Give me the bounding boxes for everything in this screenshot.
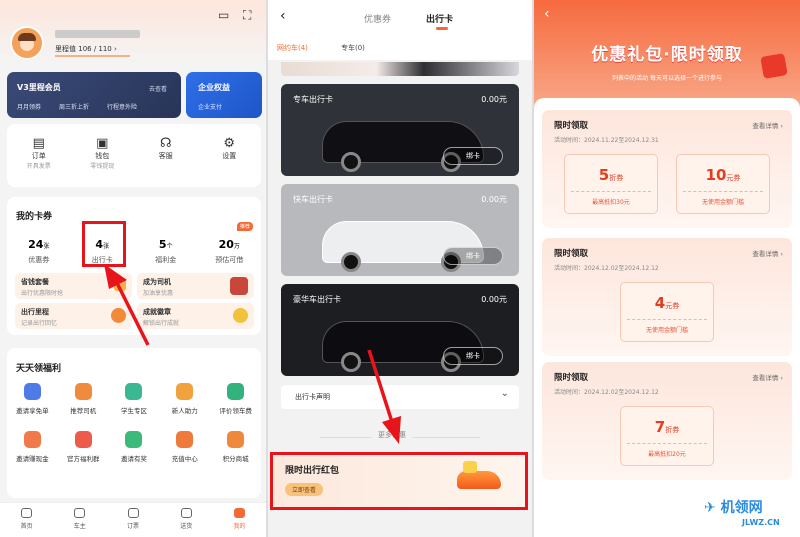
- my-page-panel: 里程值 106 / 110 › ▭ ⛶ V3里程会员 去查看 月月领券 周三折上折…: [0, 0, 266, 537]
- gift-section: 限时领取 查看详情 › 活动时间：2024.12.02至2024.12.12 4元券无…: [542, 238, 792, 356]
- coupon-condition: 无使用金额门槛: [701, 199, 744, 206]
- activity-time: 活动时间：2024.11.22至2024.12.31: [554, 137, 659, 144]
- coupon-unit: 折券: [609, 174, 624, 182]
- coupon-card[interactable]: 10元券无使用金额门槛: [676, 154, 770, 214]
- coupon-value: 10: [705, 166, 727, 184]
- coupon-condition: 最高抵扣20元: [648, 451, 686, 458]
- coupon-unit: 元券: [726, 174, 741, 182]
- gift-pack-panel: ‹ 优惠礼包·限时领取 列表中的活动 每天可以选择一个进行参与 限时领取 查看详情…: [534, 0, 800, 537]
- coupon-condition: 无使用金额门槛: [645, 327, 688, 334]
- annotation-arrow: [104, 264, 150, 346]
- coupon-condition: 最高抵扣30元: [592, 199, 630, 206]
- coupon-card[interactable]: 7折券最高抵扣20元: [620, 406, 714, 466]
- gift-section: 限时领取 查看详情 › 活动时间：2024.11.22至2024.12.31 5折券最…: [542, 110, 792, 228]
- section-title: 限时领取: [554, 121, 589, 131]
- coupon-value: 5: [598, 166, 610, 184]
- section-title: 限时领取: [554, 373, 589, 383]
- coupon-value: 4: [654, 294, 666, 312]
- coupon-card[interactable]: 5折券最高抵扣30元: [564, 154, 658, 214]
- view-details-link[interactable]: 查看详情 ›: [752, 248, 783, 258]
- activity-time: 活动时间：2024.12.02至2024.12.12: [554, 389, 659, 396]
- back-icon[interactable]: ‹: [544, 6, 550, 22]
- travel-cards-panel: ‹ 优惠券 出行卡 网约车(4) 专车(0) 专车出行卡 0.00元 绑卡 快车出行卡…: [268, 0, 532, 537]
- activity-time: 活动时间：2024.12.02至2024.12.12: [554, 265, 659, 272]
- annotation-arrow: [367, 349, 401, 444]
- gift-section: 限时领取 查看详情 › 活动时间：2024.12.02至2024.12.12 7折券最…: [542, 362, 792, 480]
- section-title: 限时领取: [554, 249, 589, 259]
- page-subtitle: 列表中的活动 每天可以选择一个进行参与: [612, 75, 722, 82]
- coupon-value: 7: [654, 418, 666, 436]
- coupon-unit: 元券: [665, 302, 680, 310]
- coupon-card[interactable]: 4元券无使用金额门槛: [620, 282, 714, 342]
- watermark-url: JLWZ.CN: [742, 518, 780, 527]
- coupon-unit: 折券: [665, 426, 680, 434]
- view-details-link[interactable]: 查看详情 ›: [752, 120, 783, 130]
- watermark-logo: ✈ 机领网: [704, 500, 763, 516]
- view-details-link[interactable]: 查看详情 ›: [752, 372, 783, 382]
- gift-envelope-icon: [760, 53, 788, 79]
